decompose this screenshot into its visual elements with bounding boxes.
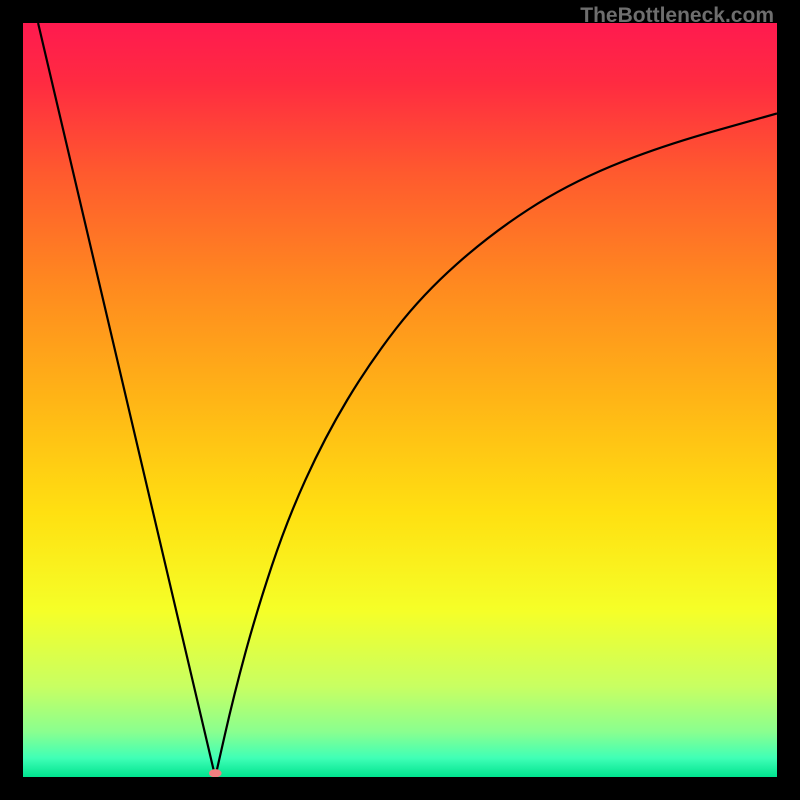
watermark-text: TheBottleneck.com — [580, 4, 774, 28]
chart-frame: TheBottleneck.com — [0, 0, 800, 800]
bottleneck-curve — [23, 23, 777, 777]
plot-area — [23, 23, 777, 777]
